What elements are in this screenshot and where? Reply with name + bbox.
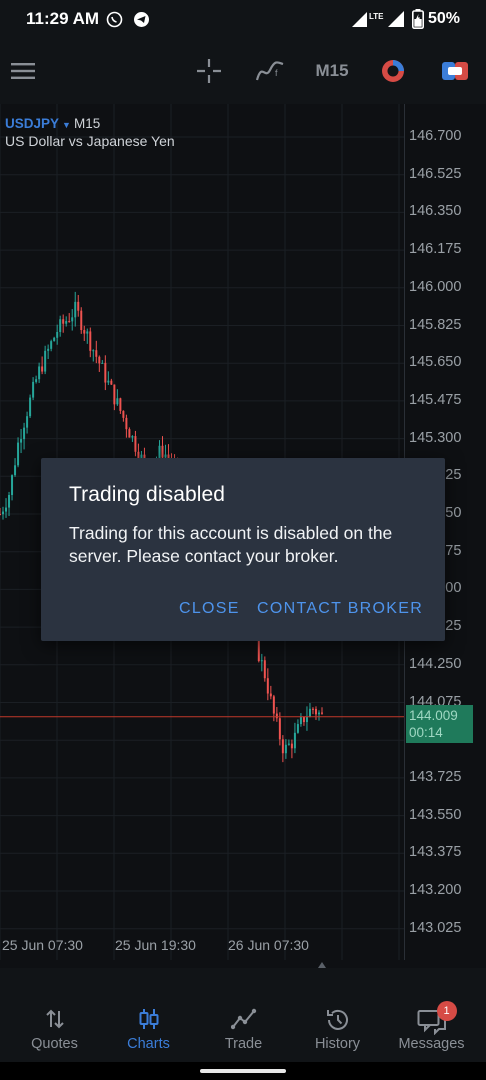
dialog-message: Trading for this account is disabled on … [69,523,393,566]
dialog-title: Trading disabled [69,483,226,506]
contact-broker-button[interactable]: CONTACT BROKER [257,600,423,618]
trading-disabled-dialog: Trading disabled Trading for this accoun… [41,458,445,641]
close-button[interactable]: CLOSE [179,600,240,618]
